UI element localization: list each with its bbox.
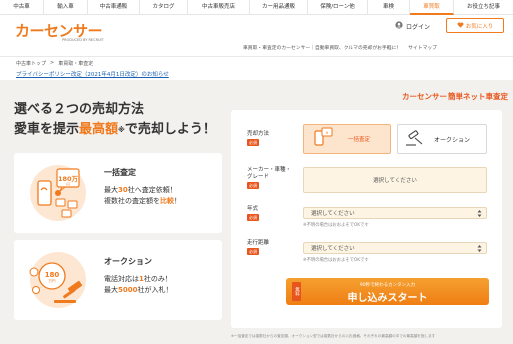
hero-line2-sup: ※ xyxy=(118,126,125,134)
select-arrows-icon xyxy=(477,209,482,220)
auction-line1: 電話対応は1社のみ！ xyxy=(104,275,172,283)
ikkatsu-desc: 最大30社へ査定依頼！ 複数社の査定額を比較！ xyxy=(104,185,181,207)
nav-item-used-car[interactable]: 中古車 xyxy=(0,0,44,15)
heart-icon xyxy=(457,21,464,30)
nav-item-car-buy[interactable]: 車買取 xyxy=(410,0,454,15)
login-button[interactable]: ログイン xyxy=(395,21,430,31)
nav-item-catalog[interactable]: カタログ xyxy=(140,0,188,15)
nav-item-articles[interactable]: お役立ち記事 xyxy=(454,0,513,15)
required-badge: 必須 xyxy=(247,182,259,189)
maker-select[interactable]: 選択してください xyxy=(303,167,487,193)
required-badge: 必須 xyxy=(247,139,259,146)
ikkatsu-title: 一括査定 xyxy=(104,168,136,177)
subnav-site-title[interactable]: 車買取・車査定のカーセンサー｜自動車買取、クルマの売却がお手軽に！ xyxy=(243,44,401,51)
form-brand: カーセンサー xyxy=(402,92,447,101)
submit-label: 申し込みスタート xyxy=(347,293,428,304)
mileage-hint: ※不明の場合はおおよそでOKです xyxy=(303,258,369,263)
login-label: ログイン xyxy=(406,23,431,31)
privacy-notice-link[interactable]: プライバシーポリシー改定（2021年4月1日改定）のお知らせ xyxy=(16,70,169,78)
hero-line2-pre: 愛車を提示 xyxy=(14,122,80,137)
year-hint: ※不明の場合はおおよそでOKです xyxy=(303,223,369,228)
nav-item-insurance[interactable]: 保険/ローン他 xyxy=(308,0,368,15)
method-option-auction[interactable]: オークション xyxy=(397,124,487,154)
hero-title: 選べる２つの売却方法 愛車を提示最高額※で売却しよう！ xyxy=(14,100,216,140)
favorite-label: お気に入り xyxy=(465,23,494,30)
card-ikkatsu: 180万 円 一括査定 最大30社へ査定依頼！ 複数社の査定額を比較！ xyxy=(14,153,222,233)
ikkatsu-line1: 最大30社へ査定依頼！ xyxy=(104,186,177,194)
ikkatsu-illust-unit: 円 xyxy=(66,183,70,187)
nav-item-car-goods[interactable]: カー用品通販 xyxy=(250,0,308,15)
hero-line1: 選べる２つの売却方法 xyxy=(14,102,145,117)
site-header: カーセンサー PRODUCED BY RECRUIT ログイン お気に入り xyxy=(0,15,513,45)
year-select-value: 選択してください xyxy=(311,211,355,217)
method-option-ikkatsu[interactable]: ¥ 一括査定 xyxy=(303,124,391,154)
breadcrumb-item-current: 車買取・車査定 xyxy=(58,61,94,67)
method-label: 売却方法 必須 xyxy=(247,131,270,146)
phone-icon: ¥ xyxy=(312,127,334,151)
footnote: ※一括査定では複数社からの査定額、オークション型では複数社からの入札価格。それぞ… xyxy=(231,334,436,338)
user-icon xyxy=(395,21,403,31)
auction-desc: 電話対応は1社のみ！ 最大5000社が入札！ xyxy=(104,274,172,296)
breadcrumb-separator: > xyxy=(50,60,55,66)
year-label: 年式 必須 xyxy=(247,206,259,221)
auction-illust-unit: 万円 xyxy=(49,279,56,283)
form-header: カーセンサー簡単ネット車査定 xyxy=(402,91,508,102)
method-option-auction-label: オークション xyxy=(434,136,471,144)
subnav-sitemap[interactable]: サイトマップ xyxy=(408,44,437,51)
hero-line2: 愛車を提示最高額※で売却しよう！ xyxy=(14,120,216,140)
phone-quote-icon: 180万 円 xyxy=(24,163,92,223)
card-auction: 180 万円 オークション 電話対応は1社のみ！ 最大5000社が入札！ xyxy=(14,240,222,320)
mileage-select-value: 選択してください xyxy=(311,246,355,252)
global-nav: 中古車 輸入車 中古車通販 カタログ 中古車販売店 カー用品通販 保険/ローン他… xyxy=(0,0,513,15)
auction-gavel-icon: 180 万円 xyxy=(24,250,92,310)
gavel-icon xyxy=(404,127,426,151)
method-option-ikkatsu-label: 一括査定 xyxy=(348,137,371,143)
logo-produced-by: PRODUCED BY RECRUIT xyxy=(62,38,104,42)
select-arrows-icon xyxy=(477,244,482,255)
required-badge: 必須 xyxy=(247,248,259,255)
required-badge: 必須 xyxy=(247,214,259,221)
ikkatsu-line2: 複数社の査定額を比較！ xyxy=(104,197,181,205)
hero-line2-post: で売却しよう！ xyxy=(124,122,216,137)
maker-label: メーカー・車種・グレード 必須 xyxy=(247,167,292,189)
sub-nav: 車買取・車査定のカーセンサー｜自動車買取、クルマの売却がお手軽に！ サイトマップ xyxy=(243,44,437,51)
breadcrumb-bar: 中古車トップ > 車買取・車査定 プライバシーポリシー改定（2021年4月1日改… xyxy=(0,56,513,80)
nav-item-dealer[interactable]: 中古車販売店 xyxy=(188,0,250,15)
form-title: 簡単ネット車査定 xyxy=(448,92,508,101)
nav-item-import-car[interactable]: 輸入車 xyxy=(44,0,88,15)
breadcrumb: 中古車トップ > 車買取・車査定 xyxy=(16,60,93,67)
auction-title: オークション xyxy=(104,257,152,266)
auction-illust-label: 180 xyxy=(45,271,60,279)
hero-line2-highlight: 最高額 xyxy=(79,122,119,137)
submit-subtext: 90秒で終わるカンタン入力 xyxy=(359,283,416,288)
maker-select-value: 選択してください xyxy=(373,178,417,184)
favorite-button[interactable]: お気に入り xyxy=(446,18,504,33)
mileage-label: 走行距離 必須 xyxy=(247,240,270,255)
submit-button[interactable]: 無料 90秒で終わるカンタン入力 申し込みスタート xyxy=(286,278,489,305)
mileage-select[interactable]: 選択してください xyxy=(303,242,487,254)
auction-line2: 最大5000社が入札！ xyxy=(104,286,173,294)
breadcrumb-item-top[interactable]: 中古車トップ xyxy=(16,60,46,67)
year-select[interactable]: 選択してください xyxy=(303,207,487,219)
nav-item-inspection[interactable]: 車検 xyxy=(368,0,410,15)
nav-item-used-car-ec[interactable]: 中古車通販 xyxy=(88,0,140,15)
